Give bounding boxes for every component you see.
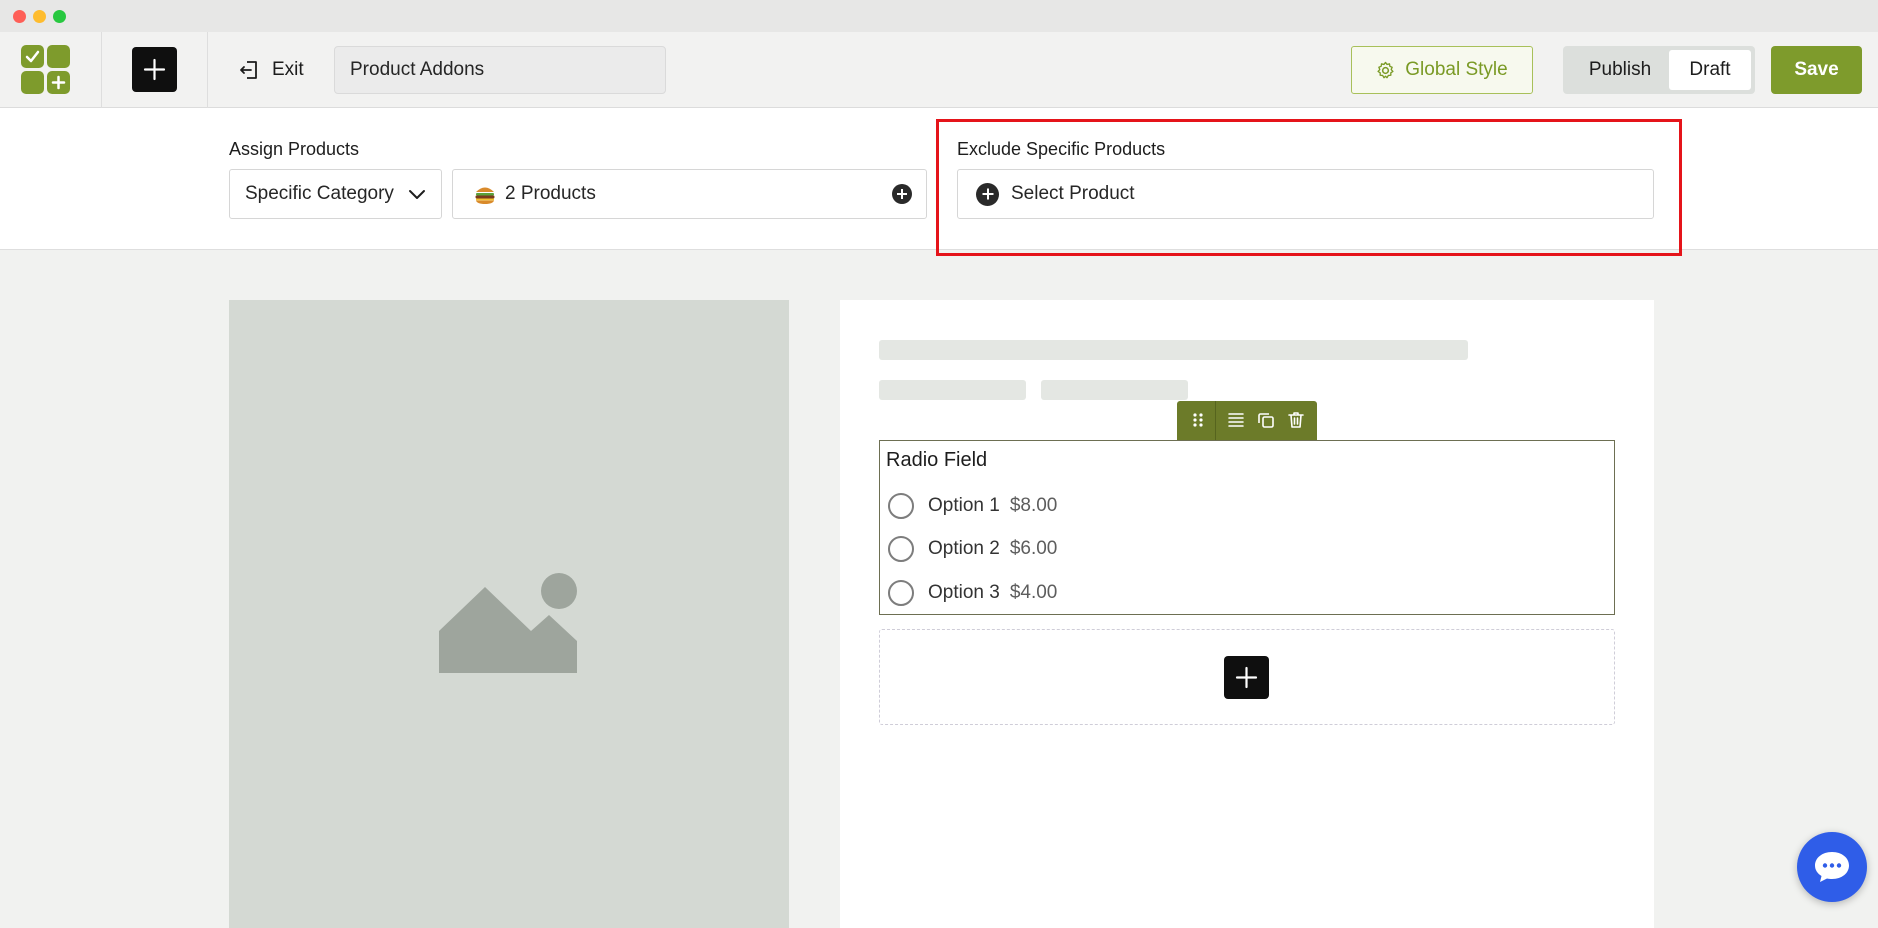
addon-name-input[interactable] [334, 46, 666, 94]
image-placeholder-icon [439, 573, 577, 673]
burger-icon [473, 183, 497, 205]
option-price: $6.00 [1009, 538, 1058, 559]
add-field-button[interactable] [1224, 656, 1269, 699]
radio-option[interactable]: Option 2 $6.00 [888, 535, 1057, 563]
logo-plus-icon [47, 71, 70, 94]
chat-support-button[interactable] [1797, 832, 1867, 902]
radio-field-title: Radio Field [886, 449, 988, 471]
add-block-button[interactable] [132, 47, 177, 92]
chat-icon [1815, 852, 1849, 882]
divider [207, 32, 208, 108]
products-count: 2 Products [505, 183, 596, 204]
radio-field-block[interactable]: Radio Field Option 1 $8.00 Option 2 $6.0… [879, 440, 1615, 615]
global-style-label: Global Style [1405, 59, 1508, 80]
app-logo[interactable] [21, 45, 71, 95]
price-skeleton [1041, 380, 1188, 400]
plus-icon [1235, 666, 1258, 689]
trash-icon[interactable] [1286, 410, 1306, 430]
option-price: $4.00 [1009, 582, 1058, 603]
exit-label: Exit [272, 59, 304, 80]
product-image-placeholder [229, 300, 789, 928]
maximize-window-button[interactable] [53, 10, 66, 23]
exclude-products-field[interactable]: Select Product [957, 169, 1654, 219]
logo-check-icon [21, 45, 44, 68]
assign-products-label: Assign Products [229, 139, 360, 159]
product-assignment-bar: Assign Products Specific Category 2 Prod… [0, 108, 1878, 256]
gear-icon [1377, 61, 1394, 78]
category-select[interactable]: Specific Category [229, 169, 442, 219]
add-field-dropzone [879, 629, 1615, 725]
radio-option[interactable]: Option 1 $8.00 [888, 492, 1057, 520]
plus-circle-icon [976, 182, 999, 206]
plus-icon [143, 58, 166, 81]
category-select-value: Specific Category [245, 183, 394, 204]
close-window-button[interactable] [13, 10, 26, 23]
publish-option[interactable]: Publish [1567, 50, 1673, 90]
option-price: $8.00 [1009, 495, 1058, 516]
radio-button[interactable] [888, 493, 914, 519]
option-label: Option 3 [928, 582, 1000, 603]
radio-button[interactable] [888, 536, 914, 562]
option-label: Option 2 [928, 538, 1000, 559]
add-product-icon[interactable] [892, 184, 912, 204]
top-toolbar: Exit Global Style Publish Draft Save [0, 32, 1878, 108]
minimize-window-button[interactable] [33, 10, 46, 23]
price-skeleton [879, 380, 1026, 400]
exclude-products-label: Exclude Specific Products [957, 139, 1166, 159]
window-titlebar [0, 0, 1878, 32]
duplicate-icon[interactable] [1256, 410, 1276, 430]
save-button[interactable]: Save [1771, 46, 1862, 94]
option-label: Option 1 [928, 495, 1000, 516]
exit-icon [240, 61, 257, 79]
radio-button[interactable] [888, 580, 914, 606]
align-icon[interactable] [1226, 410, 1246, 430]
divider [101, 32, 102, 108]
assigned-products-field[interactable]: 2 Products [452, 169, 927, 219]
publish-status-toggle: Publish Draft [1563, 46, 1755, 94]
chevron-down-icon [409, 190, 425, 199]
drag-handle-icon[interactable] [1188, 410, 1208, 430]
draft-option[interactable]: Draft [1669, 50, 1751, 90]
exit-button[interactable]: Exit [238, 58, 304, 82]
exclude-products-placeholder: Select Product [1011, 183, 1135, 204]
field-toolbar [1177, 401, 1317, 440]
title-skeleton [879, 340, 1468, 360]
radio-option[interactable]: Option 3 $4.00 [888, 579, 1057, 607]
global-style-button[interactable]: Global Style [1351, 46, 1533, 94]
